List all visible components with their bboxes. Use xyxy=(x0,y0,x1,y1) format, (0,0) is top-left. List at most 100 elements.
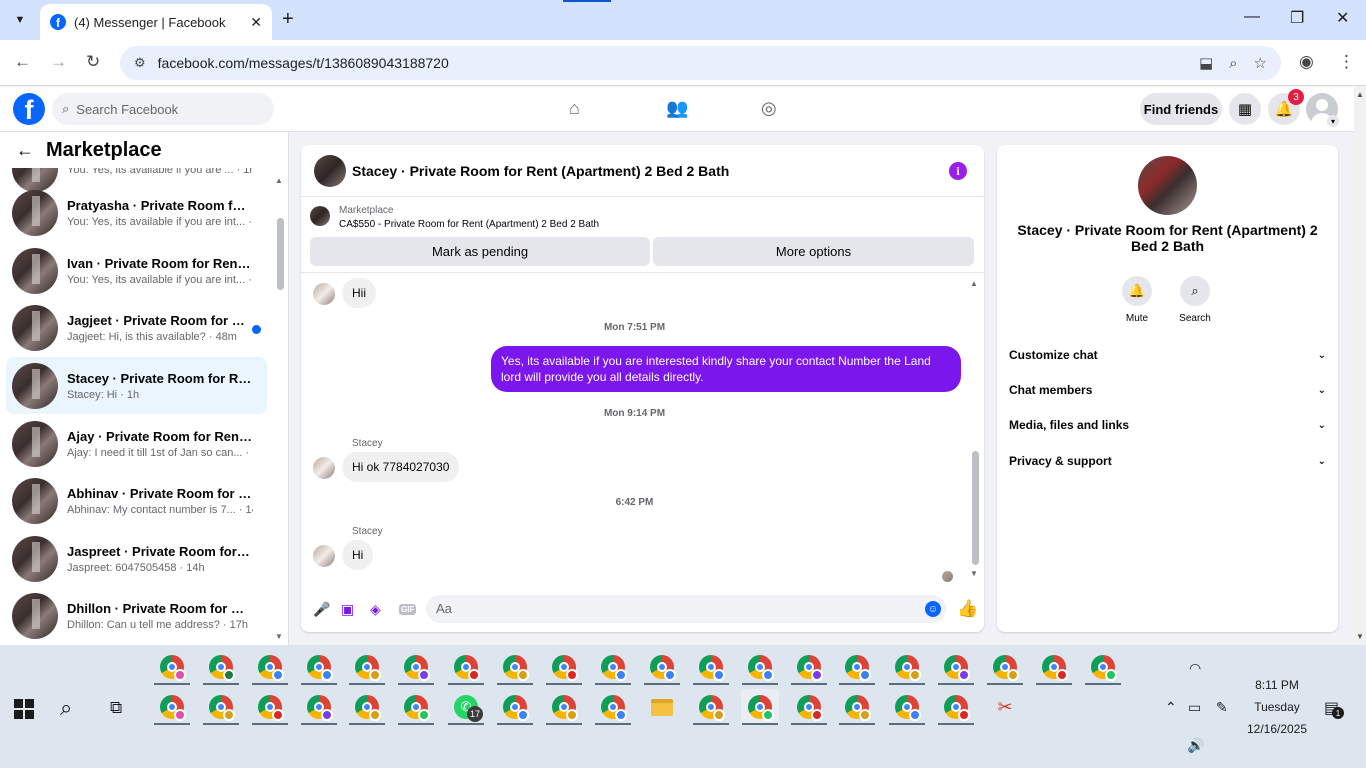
chrome-profile-app-icon[interactable] xyxy=(594,689,632,725)
chrome-profile-app-icon[interactable] xyxy=(790,649,828,685)
windows-start-icon[interactable] xyxy=(14,699,34,719)
chrome-profile-app-icon[interactable] xyxy=(790,689,828,725)
forward-icon[interactable]: → xyxy=(50,52,67,72)
sidebar-scrollbar[interactable] xyxy=(277,218,284,290)
scroll-up-icon[interactable]: ▲ xyxy=(970,279,978,288)
tab-search-icon[interactable]: ▼ xyxy=(8,8,32,32)
chrome-profile-app-icon[interactable] xyxy=(496,649,534,685)
whatsapp-icon[interactable]: ✆ 17 xyxy=(447,689,485,725)
minimize-icon[interactable]: — xyxy=(1244,8,1260,26)
chrome-profile-app-icon[interactable] xyxy=(986,649,1024,685)
listing-thumbnail[interactable] xyxy=(310,206,330,226)
chrome-profile-app-icon[interactable] xyxy=(447,649,485,685)
address-bar[interactable]: ⚙ facebook.com/messages/t/13860890431887… xyxy=(120,46,1281,80)
home-icon[interactable]: ⌂ xyxy=(569,98,580,119)
zoom-icon[interactable]: ⌕ xyxy=(1229,55,1237,72)
chrome-profile-app-icon[interactable] xyxy=(888,689,926,725)
mute-action[interactable]: 🔔 Mute xyxy=(1107,276,1167,324)
search-icon[interactable]: ⌕ xyxy=(1180,276,1210,306)
close-window-icon[interactable]: ✕ xyxy=(1336,8,1349,28)
chrome-profile-app-icon[interactable] xyxy=(153,649,191,685)
info-icon[interactable]: i xyxy=(949,162,967,180)
menu-grid-icon[interactable]: ▦ xyxy=(1229,93,1261,125)
microphone-icon[interactable]: 🎤 xyxy=(313,601,330,618)
chrome-profile-app-icon[interactable] xyxy=(838,649,876,685)
conversation-item[interactable]: Jagjeet · Private Room for Ren... Jagjeet… xyxy=(6,299,267,356)
facebook-search[interactable]: ⌕ xyxy=(52,93,274,125)
chrome-profile-app-icon[interactable] xyxy=(348,689,386,725)
scroll-up-icon[interactable]: ▲ xyxy=(1356,90,1364,99)
restore-icon[interactable]: ❐ xyxy=(1290,8,1304,28)
chrome-profile-app-icon[interactable] xyxy=(397,689,435,725)
chrome-profile-app-icon[interactable] xyxy=(202,649,240,685)
pen-icon[interactable]: ✎ xyxy=(1216,699,1228,716)
site-info-icon[interactable]: ⚙ xyxy=(134,55,146,71)
battery-icon[interactable]: ▭ xyxy=(1188,699,1201,716)
chrome-profile-app-icon[interactable] xyxy=(300,689,338,725)
chevron-up-icon[interactable]: ⌃ xyxy=(1165,699,1177,716)
scroll-up-icon[interactable]: ▲ xyxy=(275,176,283,185)
section-chat-members[interactable]: Chat members ⌄ xyxy=(1009,376,1326,404)
conversation-item[interactable]: Stacey · Private Room for Rent (... Stace… xyxy=(6,357,267,414)
chrome-profile-app-icon[interactable] xyxy=(251,689,289,725)
chrome-profile-app-icon[interactable] xyxy=(692,649,730,685)
find-friends-button[interactable]: Find friends xyxy=(1140,93,1222,125)
contact-avatar[interactable] xyxy=(1138,156,1197,215)
conversation-item[interactable]: Abhinav · Private Room for Ren... Abhinav… xyxy=(6,472,267,529)
message-input[interactable] xyxy=(436,601,916,616)
photo-icon[interactable]: ▣ xyxy=(341,601,354,618)
scroll-down-icon[interactable]: ▼ xyxy=(1356,632,1364,641)
facebook-logo-icon[interactable]: f xyxy=(13,93,45,125)
chrome-profile-app-icon[interactable] xyxy=(300,649,338,685)
clock-day[interactable]: Tuesday xyxy=(1240,700,1314,714)
chrome-profile-app-icon[interactable] xyxy=(153,689,191,725)
chat-avatar[interactable] xyxy=(314,154,346,187)
chat-title[interactable]: Stacey · Private Room for Rent (Apartmen… xyxy=(352,163,729,179)
listing-title[interactable]: CA$550 - Private Room for Rent (Apartmen… xyxy=(339,219,599,230)
reload-icon[interactable]: ↻ xyxy=(86,52,100,72)
search-input[interactable] xyxy=(76,101,247,117)
page-scrollbar[interactable]: ▲ ▼ xyxy=(1354,87,1366,645)
section-customize-chat[interactable]: Customize chat ⌄ xyxy=(1009,341,1326,369)
clock-date[interactable]: 12/16/2025 xyxy=(1240,722,1314,736)
snipping-tool-icon[interactable]: ✂ xyxy=(986,689,1024,725)
chrome-profile-app-icon[interactable] xyxy=(937,649,975,685)
chrome-profile-app-icon[interactable] xyxy=(545,649,583,685)
wifi-icon[interactable]: ◠ xyxy=(1189,660,1201,677)
tab-close-icon[interactable]: ✕ xyxy=(250,14,262,31)
section-media-files-links[interactable]: Media, files and links ⌄ xyxy=(1009,411,1326,439)
conversation-item[interactable]: Ajay · Private Room for Rent (A... Ajay: … xyxy=(6,415,267,472)
mark-as-pending-button[interactable]: Mark as pending xyxy=(310,237,650,266)
groups-icon[interactable]: ◎ xyxy=(761,98,777,119)
bell-icon[interactable]: 🔔 xyxy=(1122,276,1152,306)
thumbs-up-icon[interactable]: 👍 xyxy=(957,599,978,619)
bookmark-star-icon[interactable]: ☆ xyxy=(1254,54,1267,72)
gif-icon[interactable]: GIF xyxy=(399,604,417,615)
install-app-icon[interactable]: ⬓ xyxy=(1199,54,1213,72)
volume-icon[interactable]: 🔊 xyxy=(1187,737,1204,754)
chevron-down-icon[interactable]: ▾ xyxy=(1327,115,1339,127)
task-view-icon[interactable]: ⧉ xyxy=(110,698,122,718)
scroll-down-icon[interactable]: ▼ xyxy=(970,569,978,578)
section-privacy-support[interactable]: Privacy & support ⌄ xyxy=(1009,447,1326,475)
browser-menu-icon[interactable]: ⋮ xyxy=(1338,52,1355,72)
new-tab-icon[interactable]: + xyxy=(282,8,294,31)
browser-tab[interactable]: f (4) Messenger | Facebook ✕ xyxy=(40,4,272,40)
chrome-profile-app-icon[interactable] xyxy=(251,649,289,685)
search-action[interactable]: ⌕ Search xyxy=(1165,276,1225,324)
scroll-down-icon[interactable]: ▼ xyxy=(275,632,283,641)
chrome-profile-app-icon[interactable] xyxy=(594,649,632,685)
sticker-icon[interactable]: ◈ xyxy=(370,601,381,618)
chrome-profile-app-icon[interactable] xyxy=(202,689,240,725)
conversation-item[interactable]: Jaspreet · Private Room for Ren... Jaspre… xyxy=(6,530,267,587)
chrome-profile-app-icon[interactable] xyxy=(348,649,386,685)
conversation-item[interactable]: Dhillon · Private Room for Rent ... Dhill… xyxy=(6,587,267,644)
url-text[interactable]: facebook.com/messages/t/1386089043188720 xyxy=(158,55,1183,71)
chrome-profile-app-icon[interactable] xyxy=(1035,649,1073,685)
clock-time[interactable]: 8:11 PM xyxy=(1240,678,1314,692)
chrome-profile-app-icon[interactable] xyxy=(888,649,926,685)
chrome-profile-app-icon[interactable] xyxy=(643,649,681,685)
notification-center-icon[interactable]: ▤ 1 xyxy=(1324,698,1344,719)
chrome-profile-app-icon[interactable] xyxy=(937,689,975,725)
chrome-profile-app-icon[interactable] xyxy=(838,689,876,725)
